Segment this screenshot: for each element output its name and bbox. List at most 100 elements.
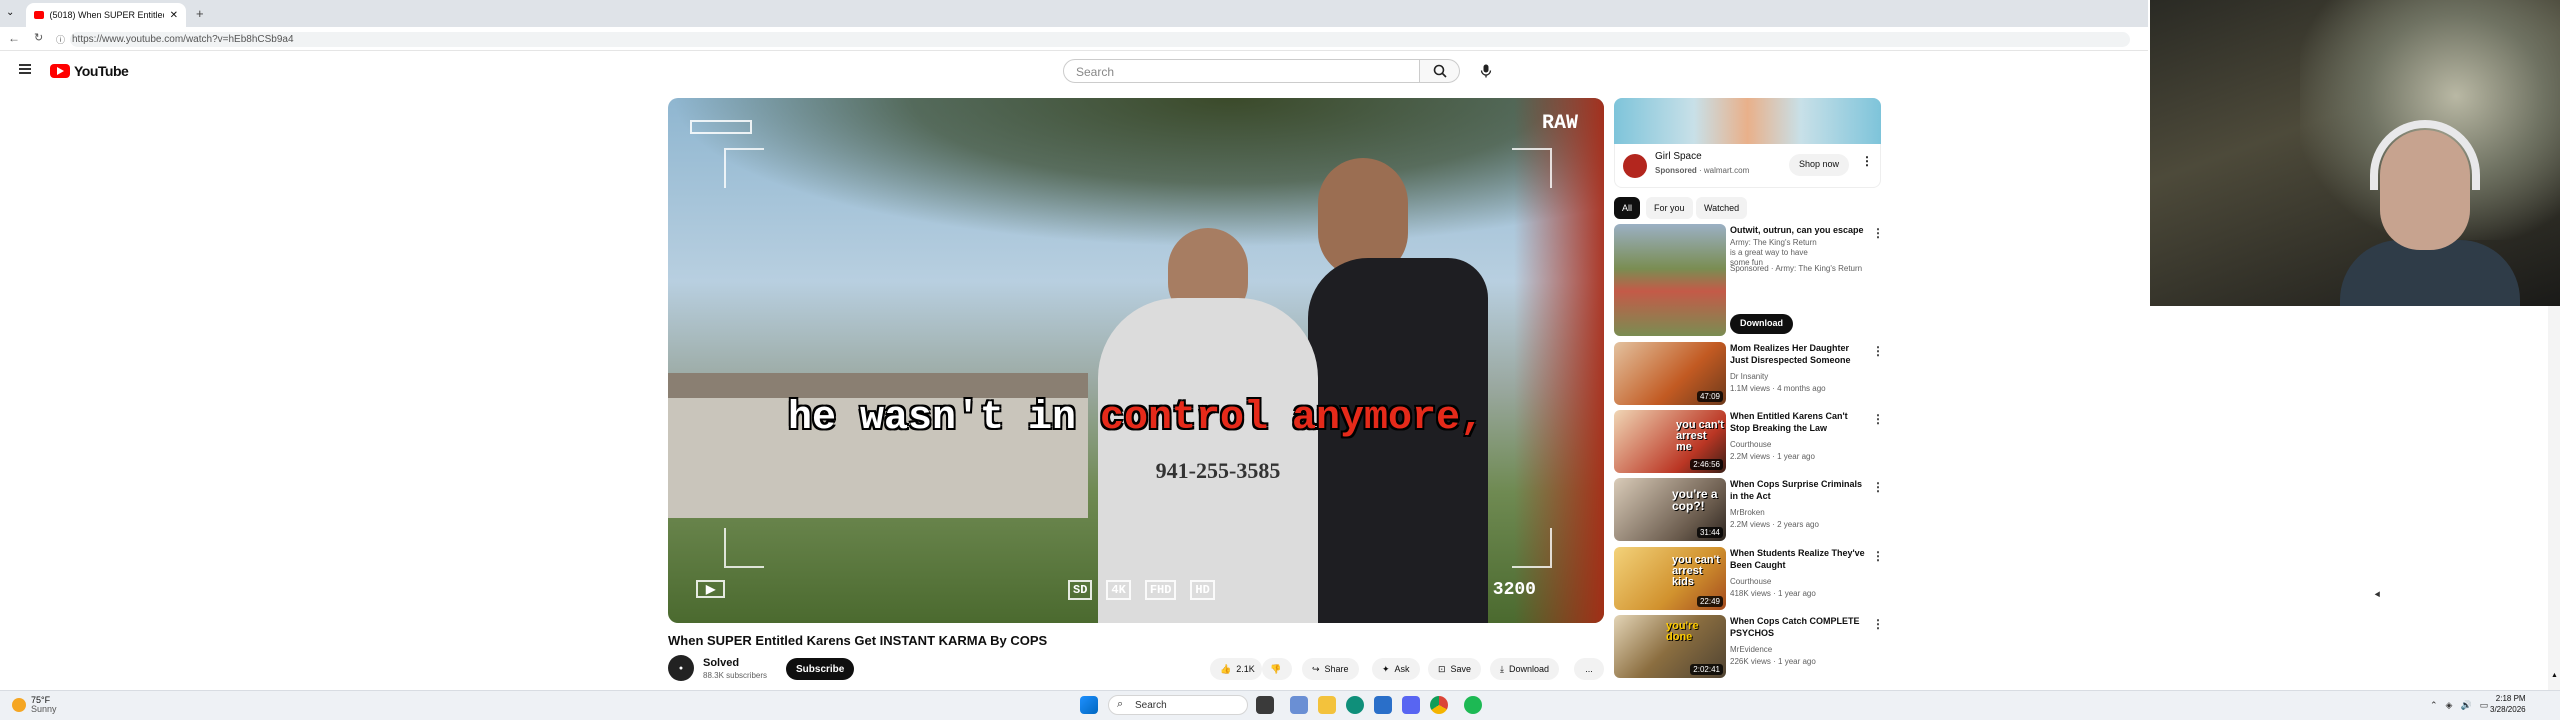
youtube-favicon-icon (34, 11, 44, 19)
file-explorer-icon[interactable] (1318, 696, 1336, 714)
network-icon[interactable]: ◈ (2446, 700, 2453, 711)
ask-label: Ask (1394, 664, 1410, 674)
more-vert-icon[interactable]: ⋮ (1872, 480, 1884, 494)
thumbs-up-icon: 👍 (1220, 663, 1232, 674)
chip-for-you[interactable]: For you (1646, 197, 1693, 219)
ad-logo (1623, 154, 1647, 178)
app-icon[interactable] (1290, 696, 1308, 714)
game-download-button[interactable]: Download (1730, 314, 1793, 334)
channel-name: Courthouse (1730, 577, 1772, 586)
ad-menu-icon[interactable]: ⋮ (1861, 154, 1873, 168)
subscribe-button[interactable]: Subscribe (786, 658, 855, 680)
more-actions-button[interactable]: ... (1574, 658, 1604, 680)
site-info-icon[interactable]: ⓘ (56, 33, 65, 46)
like-count: 2.1K (1236, 664, 1255, 674)
url-field[interactable]: https://www.youtube.com/watch?v=hEb8hCSb… (70, 32, 2130, 47)
dislike-button[interactable]: 👎 (1262, 658, 1292, 680)
spotify-icon[interactable] (1464, 696, 1482, 714)
recommendation-item[interactable]: you can't arrest kids 22:49 When Student… (1614, 547, 1884, 613)
channel-name: MrBroken (1730, 508, 1765, 517)
video-duration: 31:44 (1696, 527, 1723, 538)
ad-domain: walmart.com (1703, 166, 1750, 175)
tab-menu-icon[interactable]: ⌄ (6, 7, 14, 18)
frame-corner-br (1512, 528, 1552, 568)
recommendation-item[interactable]: 47:09 Mom Realizes Her Daughter Just Dis… (1614, 342, 1884, 408)
store-icon[interactable] (1374, 696, 1392, 714)
refresh-icon[interactable]: ↻ (34, 31, 43, 44)
video-title: When Cops Surprise Criminals in the Act (1730, 479, 1863, 501)
bookmark-icon: ⊡ (1438, 663, 1446, 674)
microphone-icon (1480, 64, 1492, 78)
video-title: When Entitled Karens Can't Stop Breaking… (1730, 411, 1848, 433)
edge-browser-icon[interactable] (1346, 696, 1364, 714)
chevron-up-icon[interactable]: ⌃ (2430, 700, 2438, 711)
video-player[interactable]: 941-255-3585 RAW he wasn't in control an… (668, 98, 1604, 623)
more-vert-icon[interactable]: ⋮ (1872, 412, 1884, 426)
weather-widget[interactable]: 75°F Sunny (12, 696, 57, 714)
video-meta: 226K views · 1 year ago (1730, 657, 1816, 666)
ad-banner-image[interactable] (1614, 98, 1881, 144)
webcam-overlay (2150, 0, 2560, 306)
windows-start-icon[interactable] (1080, 696, 1098, 714)
tab-close-icon[interactable]: ✕ (170, 10, 178, 21)
quality-badge: HD (1190, 580, 1215, 600)
system-tray: ⌃ ◈ 🔊 ▭ (2430, 700, 2488, 711)
taskbar-clock[interactable]: 2:18 PM 3/28/2026 (2490, 693, 2526, 715)
ask-button[interactable]: ✦ Ask (1372, 658, 1420, 680)
back-icon[interactable]: ← (8, 31, 20, 45)
video-thumbnail: you can't arrest me 2:46:56 (1614, 410, 1726, 473)
video-duration: 2:46:56 (1690, 459, 1723, 470)
save-label: Save (1450, 664, 1472, 674)
shop-now-button[interactable]: Shop now (1789, 154, 1850, 176)
chip-watched[interactable]: Watched (1696, 197, 1748, 219)
channel-name: Courthouse (1730, 440, 1772, 449)
task-view-icon[interactable] (1256, 696, 1274, 714)
volume-icon[interactable]: 🔊 (2460, 700, 2471, 711)
more-vert-icon[interactable]: ⋮ (1872, 226, 1884, 240)
youtube-play-icon (50, 64, 70, 78)
hamburger-menu-icon[interactable] (19, 64, 31, 74)
download-button[interactable]: ⤓ Download (1490, 658, 1560, 680)
browser-tab-active[interactable]: (5018) When SUPER Entitled ✕ (26, 3, 186, 27)
taskbar-search[interactable]: ⌕ Search (1108, 695, 1248, 715)
search-input[interactable]: Search (1063, 59, 1420, 83)
youtube-logo[interactable]: YouTube (50, 63, 129, 79)
like-button[interactable]: 👍 2.1K (1210, 658, 1262, 680)
quality-badges: SD 4K FHD HD (1068, 580, 1215, 600)
tree-canopy (668, 98, 1604, 248)
scrollbar-up-icon[interactable]: ▲ (2551, 672, 2558, 679)
voice-search-button[interactable] (1472, 59, 1500, 83)
ad-card[interactable]: Girl Space Sponsored · walmart.com Shop … (1614, 144, 1881, 188)
search-button[interactable] (1420, 59, 1460, 83)
new-tab-button[interactable]: + (196, 6, 204, 21)
channel-name[interactable]: Solved (703, 657, 739, 669)
quality-badge: 4K (1106, 580, 1131, 600)
chip-all[interactable]: All (1614, 197, 1641, 219)
more-vert-icon[interactable]: ⋮ (1872, 549, 1884, 563)
more-vert-icon[interactable]: ⋮ (1872, 344, 1884, 358)
video-thumbnail (1614, 224, 1726, 336)
discord-icon[interactable] (1402, 696, 1420, 714)
more-vert-icon[interactable]: ⋮ (1872, 617, 1884, 631)
search-icon: ⌕ (1117, 698, 1124, 710)
subtitle-red: control anymore, (1100, 396, 1485, 441)
recommendation-item[interactable]: you're a cop?! 31:44 When Cops Surprise … (1614, 478, 1884, 544)
thumbnail-caption: you can't arrest me (1676, 419, 1724, 453)
recommendation-item[interactable]: you're done 2:02:41 When Cops Catch COMP… (1614, 615, 1884, 681)
share-button[interactable]: ↪ Share (1302, 658, 1359, 680)
save-button[interactable]: ⊡ Save (1428, 658, 1482, 680)
sponsored-game-card[interactable]: Outwit, outrun, can you escape Army: The… (1614, 224, 1884, 338)
video-title: When SUPER Entitled Karens Get INSTANT K… (668, 633, 1048, 648)
share-icon: ↪ (1312, 663, 1320, 674)
video-meta: 418K views · 1 year ago (1730, 589, 1816, 598)
video-thumbnail: you can't arrest kids 22:49 (1614, 547, 1726, 610)
video-thumbnail: you're done 2:02:41 (1614, 615, 1726, 678)
display-icon[interactable]: ▭ (2480, 700, 2489, 711)
channel-avatar[interactable]: ● (668, 655, 694, 681)
chrome-icon[interactable] (1430, 696, 1448, 714)
tab-title: (5018) When SUPER Entitled (49, 10, 164, 20)
recommendation-item[interactable]: you can't arrest me 2:46:56 When Entitle… (1614, 410, 1884, 476)
download-label: Download (1508, 664, 1550, 674)
subtitle-white: he wasn't in (787, 396, 1076, 441)
channel-name: MrEvidence (1730, 645, 1773, 654)
